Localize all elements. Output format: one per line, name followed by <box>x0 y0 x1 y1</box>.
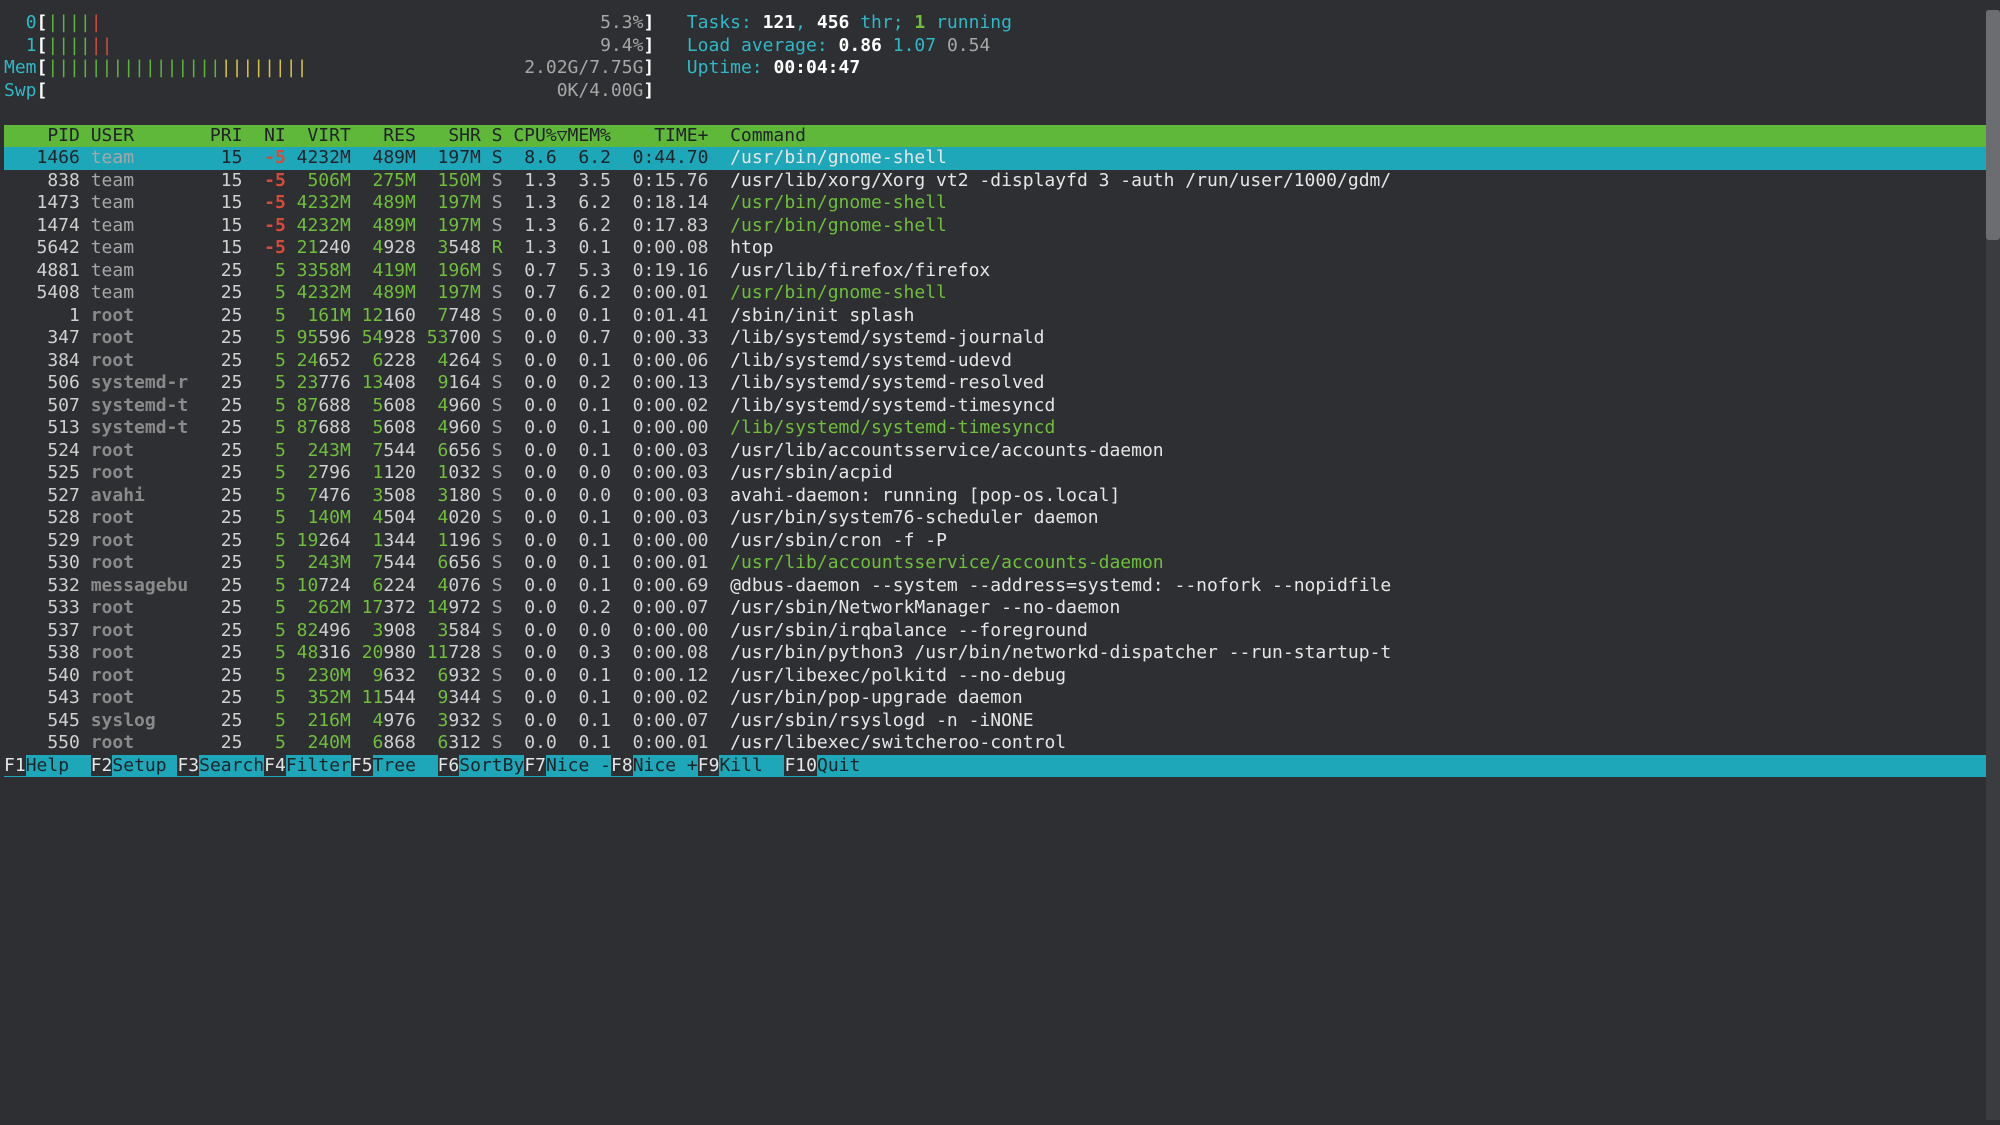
process-row[interactable]: 530 root 25 5 243M 7544 6656 S 0.0 0.1 0… <box>4 552 1996 575</box>
process-row[interactable]: 550 root 25 5 240M 6868 6312 S 0.0 0.1 0… <box>4 732 1996 755</box>
fkey-F3-label[interactable]: Search <box>199 755 264 776</box>
process-row[interactable]: 524 root 25 5 243M 7544 6656 S 0.0 0.1 0… <box>4 440 1996 463</box>
process-row[interactable]: 1 root 25 5 161M 12160 7748 S 0.0 0.1 0:… <box>4 305 1996 328</box>
process-row[interactable]: 384 root 25 5 24652 6228 4264 S 0.0 0.1 … <box>4 350 1996 373</box>
fkey-F9[interactable]: F9 <box>698 755 720 776</box>
mem-meter: Mem[|||||||||||||||||||||||| 2.02G/7.75G… <box>4 57 654 78</box>
htop-screen: 0[||||| 5.3%] Tasks: 121, 456 thr; 1 run… <box>0 0 2000 1125</box>
fkey-F8[interactable]: F8 <box>611 755 633 776</box>
function-key-bar[interactable]: F1Help F2Setup F3SearchF4FilterF5Tree F6… <box>4 755 1996 778</box>
process-row[interactable]: 538 root 25 5 48316 20980 11728 S 0.0 0.… <box>4 642 1996 665</box>
uptime-summary: Uptime: 00:04:47 <box>687 57 860 78</box>
fkey-F1-label[interactable]: Help <box>26 755 91 776</box>
fkey-F5-label[interactable]: Tree <box>373 755 438 776</box>
process-row[interactable]: 545 syslog 25 5 216M 4976 3932 S 0.0 0.1… <box>4 710 1996 733</box>
fkey-F7-label[interactable]: Nice - <box>546 755 611 776</box>
fkey-F6-label[interactable]: SortBy <box>459 755 524 776</box>
process-row[interactable]: 533 root 25 5 262M 17372 14972 S 0.0 0.2… <box>4 597 1996 620</box>
process-row[interactable]: 540 root 25 5 230M 9632 6932 S 0.0 0.1 0… <box>4 665 1996 688</box>
fkey-F1[interactable]: F1 <box>4 755 26 776</box>
fkey-F6[interactable]: F6 <box>438 755 460 776</box>
process-row[interactable]: 507 systemd-t 25 5 87688 5608 4960 S 0.0… <box>4 395 1996 418</box>
fkey-F5[interactable]: F5 <box>351 755 373 776</box>
scrollbar-thumb[interactable] <box>1986 10 2000 240</box>
fkey-F4-label[interactable]: Filter <box>286 755 351 776</box>
swp-meter: Swp[ 0K/4.00G] <box>4 80 654 101</box>
fkey-F2[interactable]: F2 <box>91 755 113 776</box>
process-row[interactable]: 838 team 15 -5 506M 275M 150M S 1.3 3.5 … <box>4 170 1996 193</box>
cpu0-meter: 0[||||| 5.3%] <box>4 12 654 33</box>
load-summary: Load average: 0.86 1.07 0.54 <box>687 35 990 56</box>
process-row[interactable]: 529 root 25 5 19264 1344 1196 S 0.0 0.1 … <box>4 530 1996 553</box>
process-row[interactable]: 1474 team 15 -5 4232M 489M 197M S 1.3 6.… <box>4 215 1996 238</box>
process-table-header[interactable]: PID USER PRI NI VIRT RES SHR S CPU%▽MEM%… <box>4 125 1986 148</box>
fkey-F4[interactable]: F4 <box>264 755 286 776</box>
fkey-F3[interactable]: F3 <box>177 755 199 776</box>
process-row[interactable]: 528 root 25 5 140M 4504 4020 S 0.0 0.1 0… <box>4 507 1996 530</box>
process-row[interactable]: 532 messagebu 25 5 10724 6224 4076 S 0.0… <box>4 575 1996 598</box>
process-row[interactable]: 5408 team 25 5 4232M 489M 197M S 0.7 6.2… <box>4 282 1996 305</box>
tasks-summary: Tasks: 121, 456 thr; 1 running <box>687 12 1012 33</box>
fkey-F10[interactable]: F10 <box>784 755 817 776</box>
process-row[interactable]: 527 avahi 25 5 7476 3508 3180 S 0.0 0.0 … <box>4 485 1996 508</box>
fkey-F7[interactable]: F7 <box>524 755 546 776</box>
process-row[interactable]: 506 systemd-r 25 5 23776 13408 9164 S 0.… <box>4 372 1996 395</box>
process-row[interactable]: 347 root 25 5 95596 54928 53700 S 0.0 0.… <box>4 327 1996 350</box>
fkey-F10-label[interactable]: Quit <box>817 755 882 776</box>
fkey-F9-label[interactable]: Kill <box>719 755 784 776</box>
process-row[interactable]: 537 root 25 5 82496 3908 3584 S 0.0 0.0 … <box>4 620 1996 643</box>
cpu1-meter: 1[|||||| 9.4%] <box>4 35 654 56</box>
process-row[interactable]: 525 root 25 5 2796 1120 1032 S 0.0 0.0 0… <box>4 462 1996 485</box>
process-row[interactable]: 5642 team 15 -5 21240 4928 3548 R 1.3 0.… <box>4 237 1996 260</box>
process-row[interactable]: 4881 team 25 5 3358M 419M 196M S 0.7 5.3… <box>4 260 1996 283</box>
process-row[interactable]: 1466 team 15 -5 4232M 489M 197M S 8.6 6.… <box>4 147 1986 170</box>
fkey-F2-label[interactable]: Setup <box>112 755 177 776</box>
process-row[interactable]: 513 systemd-t 25 5 87688 5608 4960 S 0.0… <box>4 417 1996 440</box>
process-row[interactable]: 1473 team 15 -5 4232M 489M 197M S 1.3 6.… <box>4 192 1996 215</box>
fkey-F8-label[interactable]: Nice + <box>633 755 698 776</box>
process-row[interactable]: 543 root 25 5 352M 11544 9344 S 0.0 0.1 … <box>4 687 1996 710</box>
